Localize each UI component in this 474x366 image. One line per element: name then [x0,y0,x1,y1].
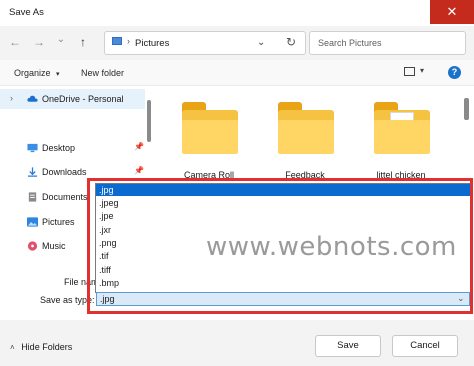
cloud-icon [27,95,38,102]
expand-chevron-icon[interactable]: › [10,93,13,103]
view-options-icon[interactable] [404,67,415,76]
chevron-down-icon[interactable]: ⌄ [457,293,465,304]
file-type-option[interactable]: .jpg [96,184,471,196]
search-box[interactable]: Search Pictures [309,31,466,55]
back-arrow-icon[interactable]: ← [8,35,22,49]
file-type-option[interactable]: .jpeg [96,197,471,209]
chevron-up-icon: ˄ [10,343,15,352]
organize-caret-icon: ▾ [56,71,60,78]
sidebar-item-label: OneDrive - Personal [42,94,124,104]
hide-folders-button[interactable]: ˄ Hide Folders [10,342,72,352]
folder-label: Feedback [285,170,325,180]
window-title: Save As [9,7,44,18]
content-scrollbar[interactable] [464,98,469,120]
organize-label: Organize [14,68,51,78]
pictures-location-icon [112,37,122,45]
refresh-icon[interactable]: ↻ [286,35,296,49]
hide-folders-label: Hide Folders [21,342,73,352]
view-caret-icon[interactable]: ▾ [420,66,424,75]
desktop-icon [27,143,38,153]
sidebar-item-label: Music [42,241,66,251]
sidebar-item-label: Pictures [42,217,75,227]
cancel-button[interactable]: Cancel [392,335,458,357]
music-icon [27,241,38,251]
search-input-placeholder: Search Pictures [318,38,382,48]
file-type-option[interactable]: .tiff [96,264,471,276]
navigation-bar: ← → ⌄ ↑ › Pictures ⌄ ↻ Search Pictures [0,26,474,60]
sidebar-scrollbar[interactable] [147,100,151,142]
file-type-option[interactable]: .jpe [96,210,471,222]
help-icon[interactable]: ? [448,66,461,79]
forward-arrow-icon[interactable]: → [32,35,46,49]
new-folder-button[interactable]: New folder [81,68,124,78]
sidebar-item-onedrive[interactable]: › OneDrive - Personal [0,89,145,109]
command-bar: Organize ▾ New folder ▾ ? [0,60,474,86]
dialog-footer: ˄ Hide Folders Save Cancel [0,320,474,366]
address-bar[interactable]: › Pictures ⌄ ↻ [104,31,306,55]
save-button[interactable]: Save [315,335,381,357]
recent-locations-chevron-icon[interactable]: ⌄ [54,33,68,47]
document-icon [28,192,37,202]
save-as-type-value: .jpg [100,294,115,304]
breadcrumb-separator-icon: › [127,36,130,46]
up-arrow-icon[interactable]: ↑ [76,35,90,49]
pin-icon: 📌 [134,166,144,175]
folder-label: Camera Roll [183,170,234,180]
sidebar-item-desktop[interactable]: Desktop 📌 [0,138,145,158]
download-icon [27,167,38,177]
breadcrumb-pictures[interactable]: Pictures [135,38,169,49]
sidebar-item-label: Desktop [42,143,76,153]
sidebar-item-label: Downloads [42,167,87,177]
pin-icon: 📌 [134,142,144,151]
close-window-button[interactable]: ✕ [430,0,474,24]
title-bar: Save As ✕ [0,0,474,26]
folder-label: littel chicken [376,170,426,180]
file-type-option[interactable]: .bmp [96,277,471,289]
address-dropdown-icon[interactable]: ⌄ [257,37,265,48]
sidebar-item-downloads[interactable]: Downloads 📌 [0,162,145,182]
watermark-text: www.webnots.com [206,232,457,262]
pictures-icon [27,217,38,227]
sidebar-item-label: Documents [42,192,88,202]
save-as-type-label: Save as type: [40,295,95,305]
organize-button[interactable]: Organize ▾ [14,68,60,78]
save-as-type-select[interactable]: .jpg ⌄ [96,292,470,306]
